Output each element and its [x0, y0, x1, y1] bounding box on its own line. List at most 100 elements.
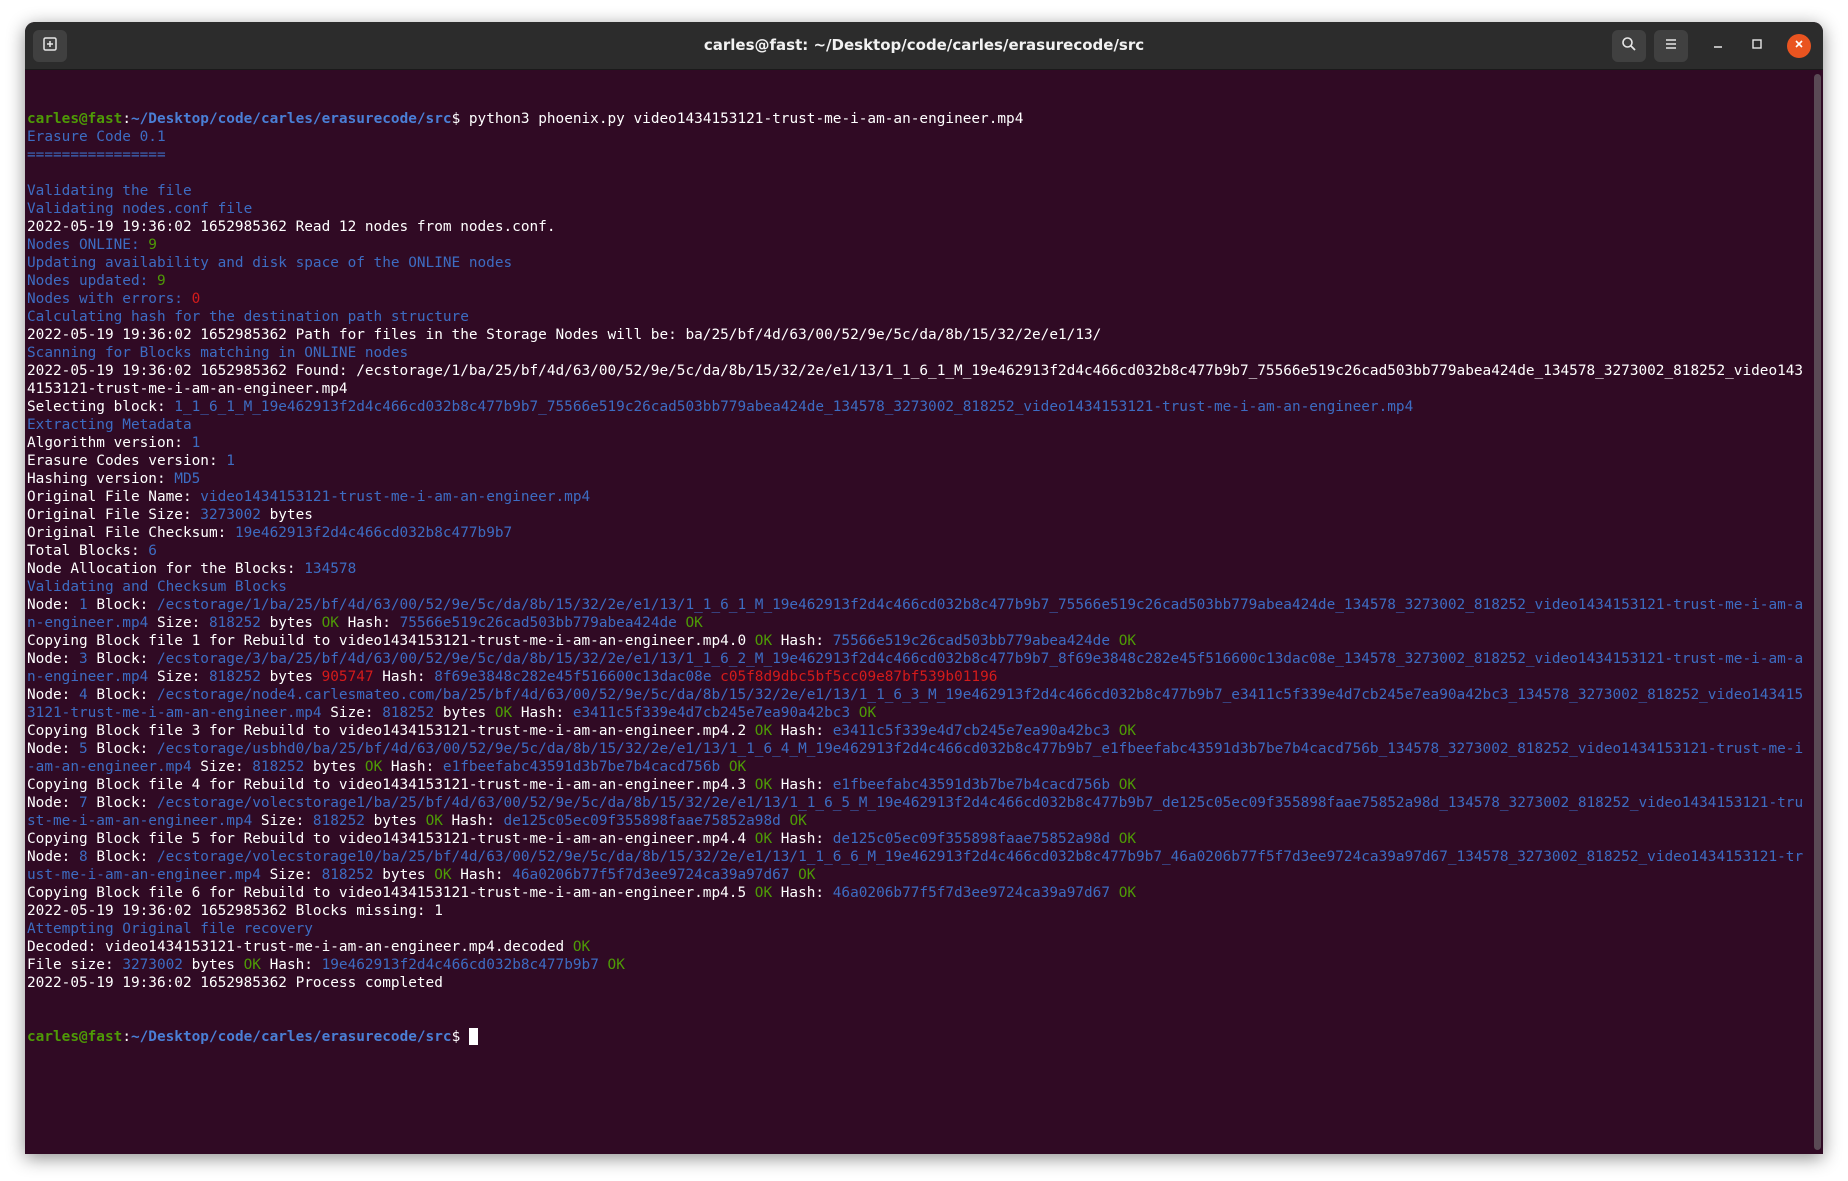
- terminal-text-segment: Hash:: [451, 867, 513, 883]
- terminal-text-segment: 1: [226, 453, 235, 469]
- terminal-line: Algorithm version: 1: [27, 434, 1807, 452]
- terminal-text-segment: Size:: [260, 867, 322, 883]
- terminal-text-segment: 9: [156, 273, 166, 289]
- terminal-line: Original File Name: video1434153121-trus…: [27, 488, 1807, 506]
- terminal-text-segment: OK: [1118, 777, 1137, 793]
- terminal-text-segment: Block:: [87, 687, 157, 703]
- maximize-icon: [1751, 37, 1763, 55]
- scrollbar[interactable]: [1814, 74, 1821, 1150]
- terminal-output[interactable]: carles@fast:~/Desktop/code/carles/erasur…: [25, 70, 1809, 1154]
- terminal-text-segment: OK: [494, 705, 513, 721]
- terminal-line: Scanning for Blocks matching in ONLINE n…: [27, 344, 1807, 362]
- prompt-separator: :: [122, 1029, 131, 1045]
- terminal-text-segment: 46a0206b77f5f7d3ee9724ca39a97d67: [832, 885, 1111, 901]
- close-icon: [1793, 37, 1805, 55]
- terminal-text-segment: 7: [78, 795, 88, 811]
- terminal-text-segment: OK: [754, 885, 773, 901]
- terminal-text-segment: Block:: [87, 795, 157, 811]
- terminal-text-segment: 818252: [312, 813, 365, 829]
- terminal-text-segment: Nodes ONLINE:: [27, 237, 149, 253]
- terminal-text-segment: Size:: [148, 615, 209, 631]
- terminal-line: Node: 8 Block: /ecstorage/volecstorage10…: [27, 848, 1807, 884]
- terminal-prompt-line[interactable]: carles@fast:~/Desktop/code/carles/erasur…: [27, 1028, 1807, 1046]
- terminal-text-segment: Hash:: [772, 777, 833, 793]
- terminal-text-segment: 19e462913f2d4c466cd032b8c477b9b7: [234, 525, 513, 541]
- terminal-text-segment: OK: [243, 957, 261, 973]
- terminal-text-segment: 134578: [304, 561, 357, 577]
- terminal-text-segment: e1fbeefabc43591d3b7be7b4cacd756b: [442, 759, 721, 775]
- terminal-text-segment: Total Blocks:: [27, 543, 149, 559]
- prompt-path: ~/Desktop/code/carles/erasurecode/src: [130, 1029, 452, 1045]
- terminal-text-segment: 2022-05-19 19:36:02 1652985362 Blocks mi…: [27, 903, 443, 919]
- terminal-line: Original File Size: 3273002 bytes: [27, 506, 1807, 524]
- terminal-text-segment: bytes: [260, 507, 313, 523]
- terminal-line: ================: [27, 146, 1807, 164]
- terminal-text-segment: 1: [78, 597, 88, 613]
- terminal-text-segment: Hash:: [772, 633, 833, 649]
- terminal-text-segment: ~/Desktop/code/carles/erasurecode/src: [130, 111, 452, 127]
- terminal-text-segment: OK: [364, 759, 383, 775]
- terminal-text-segment: /ecstorage/node4.carlesmateo.com/ba/25/b…: [27, 687, 1804, 721]
- terminal-line: Original File Checksum: 19e462913f2d4c46…: [27, 524, 1807, 542]
- minimize-button[interactable]: [1706, 34, 1730, 58]
- terminal-text-segment: Hash:: [382, 759, 443, 775]
- terminal-text-segment: Hash:: [442, 813, 504, 829]
- terminal-line: File size: 3273002 bytes OK Hash: 19e462…: [27, 956, 1807, 974]
- terminal-line: Extracting Metadata: [27, 416, 1807, 434]
- terminal-text-segment: 75566e519c26cad503bb779abea424de: [399, 615, 677, 631]
- terminal-text-segment: 75566e519c26cad503bb779abea424de: [832, 633, 1111, 649]
- terminal-text-segment: Original File Size:: [27, 507, 201, 523]
- terminal-lines: carles@fast:~/Desktop/code/carles/erasur…: [27, 110, 1807, 992]
- search-button[interactable]: [1612, 30, 1646, 62]
- terminal-text-segment: Copying Block file 5 for Rebuild to vide…: [27, 831, 755, 847]
- terminal-window: carles@fast: ~/Desktop/code/carles/erasu…: [25, 22, 1823, 1154]
- terminal-text-segment: Algorithm version:: [27, 435, 192, 451]
- terminal-text-segment: OK: [1118, 831, 1137, 847]
- terminal-line: 2022-05-19 19:36:02 1652985362 Read 12 n…: [27, 218, 1807, 236]
- terminal-text-segment: OK: [789, 813, 807, 829]
- menu-button[interactable]: [1654, 30, 1688, 62]
- terminal-text-segment: OK: [754, 633, 773, 649]
- terminal-text-segment: bytes: [434, 705, 495, 721]
- terminal-line: Hashing version: MD5: [27, 470, 1807, 488]
- terminal-text-segment: Validating nodes.conf file: [27, 201, 253, 217]
- terminal-text-segment: bytes: [304, 759, 365, 775]
- terminal-line: Validating and Checksum Blocks: [27, 578, 1807, 596]
- terminal-text-segment: OK: [685, 615, 703, 631]
- terminal-text-segment: :: [122, 111, 131, 127]
- terminal-line: Node: 4 Block: /ecstorage/node4.carlesma…: [27, 686, 1807, 722]
- terminal-text-segment: 2022-05-19 19:36:02 1652985362 Found: /e…: [27, 363, 1804, 397]
- maximize-button[interactable]: [1745, 34, 1769, 58]
- terminal-text-segment: Hash:: [772, 723, 833, 739]
- terminal-text-segment: 905747: [321, 669, 374, 685]
- terminal-text-segment: Block:: [87, 651, 157, 667]
- terminal-line: Nodes with errors: 0: [27, 290, 1807, 308]
- terminal-text-segment: 5: [78, 741, 88, 757]
- terminal-text-segment: OK: [434, 867, 452, 883]
- terminal-line: Node Allocation for the Blocks: 134578: [27, 560, 1807, 578]
- terminal-text-segment: 2022-05-19 19:36:02 1652985362 Process c…: [27, 975, 443, 991]
- terminal-text-segment: Node:: [27, 795, 79, 811]
- terminal-text-segment: 818252: [208, 615, 261, 631]
- terminal-text-segment: Original File Checksum:: [27, 525, 235, 541]
- terminal-text-segment: 46a0206b77f5f7d3ee9724ca39a97d67: [512, 867, 790, 883]
- terminal-text-segment: Selecting block:: [27, 399, 175, 415]
- terminal-text-segment: Node:: [27, 597, 79, 613]
- terminal-line: Decoded: video1434153121-trust-me-i-am-a…: [27, 938, 1807, 956]
- close-button[interactable]: [1787, 34, 1811, 58]
- terminal-text-segment: 8f69e3848c282e45f516600c13dac08e: [434, 669, 712, 685]
- terminal-text-segment: OK: [572, 939, 591, 955]
- terminal-text-segment: Hashing version:: [27, 471, 175, 487]
- terminal-text-segment: 1: [191, 435, 201, 451]
- terminal-text-segment: Copying Block file 3 for Rebuild to vide…: [27, 723, 755, 739]
- terminal-text-segment: 6: [148, 543, 157, 559]
- terminal-line: 2022-05-19 19:36:02 1652985362 Blocks mi…: [27, 902, 1807, 920]
- terminal-line: Node: 7 Block: /ecstorage/volecstorage1/…: [27, 794, 1807, 830]
- terminal-text-segment: 2022-05-19 19:36:02 1652985362 Path for …: [27, 327, 1102, 343]
- terminal-text-segment: 3273002: [200, 507, 261, 523]
- terminal-text-segment: bytes: [373, 867, 435, 883]
